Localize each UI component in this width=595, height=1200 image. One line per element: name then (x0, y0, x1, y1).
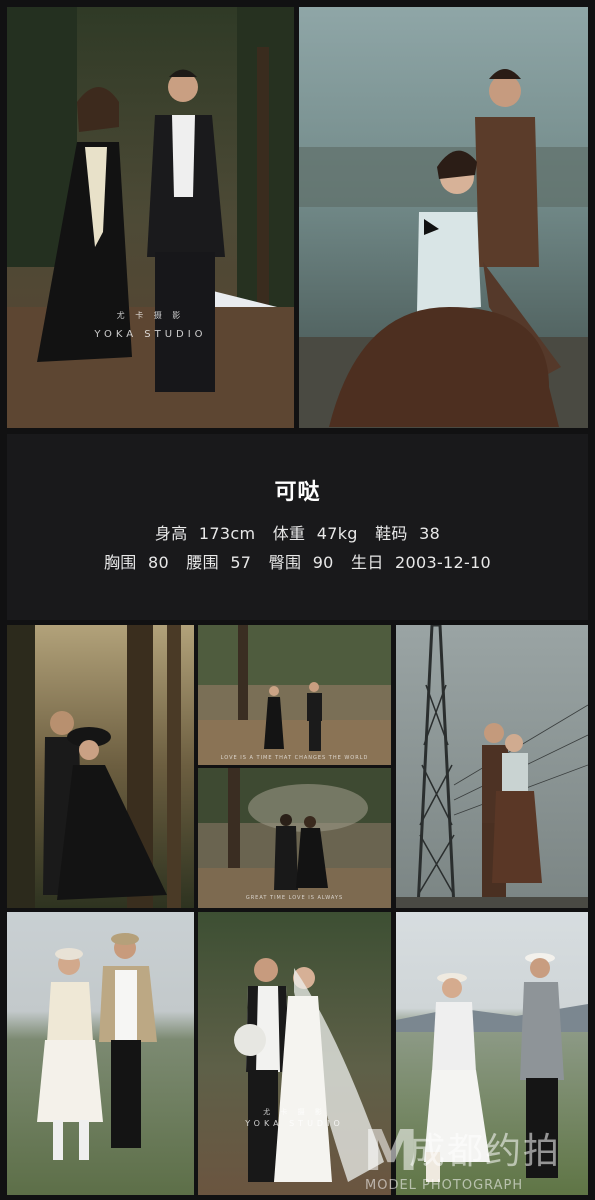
photo-lakeside-couple (299, 7, 588, 428)
photo-forest-couple: 尤 卡 摄 影 YOKA STUDIO (7, 7, 294, 428)
stat-hips: 臀围 90 (268, 553, 334, 572)
site-logo-watermark: M 成都约拍 MODEL PHOTOGRAPH (363, 1120, 591, 1198)
caption-watermark-2: GREAT TIME LOVE IS ALWAYS (245, 895, 344, 901)
site-logo-en: MODEL PHOTOGRAPH (365, 1178, 524, 1193)
photo-forest-embrace (7, 625, 194, 908)
studio-watermark-cn-2: 尤 卡 摄 影 (263, 1108, 326, 1116)
model-info-panel: 可哒 身高 173cm 体重 47kg 鞋码 38 胸围 80 腰围 57 臀围… (7, 434, 588, 620)
photo-smoky-forest-walk: GREAT TIME LOVE IS ALWAYS (198, 768, 391, 908)
photo-meadow-hats (7, 912, 194, 1195)
stat-shoe-size: 鞋码 38 (375, 524, 441, 543)
stat-height: 身高 173cm (154, 524, 256, 543)
photo-forest-path-walk: LOVE IS A TIME THAT CHANGES THE WORLD (198, 625, 391, 765)
caption-watermark-1: LOVE IS A TIME THAT CHANGES THE WORLD (220, 755, 369, 761)
stats-line-1: 身高 173cm 体重 47kg 鞋码 38 (7, 520, 588, 544)
model-name: 可哒 (274, 480, 321, 505)
site-logo-cn: 成都约拍 (409, 1131, 562, 1172)
photo-tower-couple (396, 625, 588, 908)
stat-birthday: 生日 2003-12-10 (351, 553, 492, 572)
stat-waist: 腰围 57 (186, 553, 252, 572)
stat-bust: 胸围 80 (103, 553, 169, 572)
stats-line-2: 胸围 80 腰围 57 臀围 90 生日 2003-12-10 (7, 549, 588, 573)
studio-watermark-en: YOKA STUDIO (94, 329, 207, 340)
stat-weight: 体重 47kg (272, 524, 358, 543)
studio-watermark-cn: 尤 卡 摄 影 (116, 311, 185, 320)
